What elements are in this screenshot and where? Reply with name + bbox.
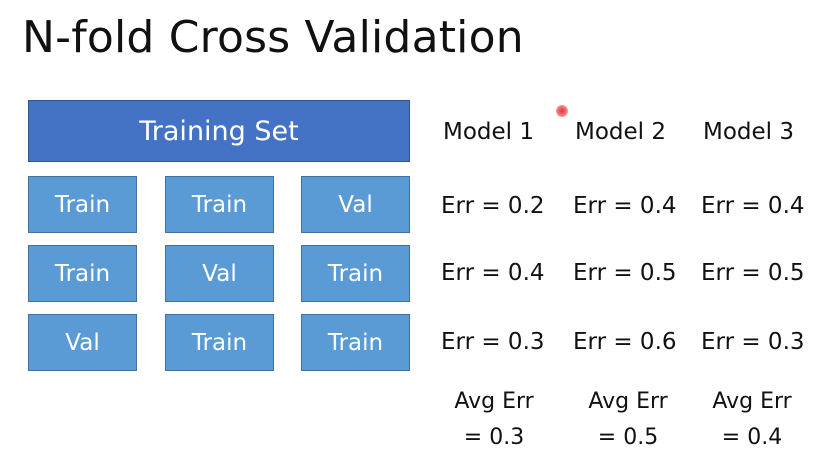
model-3-err-fold2: Err = 0.5 bbox=[701, 260, 805, 286]
model-2-err-fold1: Err = 0.4 bbox=[573, 193, 677, 219]
model-1-avg-value: = 0.3 bbox=[463, 425, 525, 450]
model-1-header: Model 1 bbox=[443, 119, 535, 145]
slide-title: N-fold Cross Validation bbox=[22, 12, 524, 63]
model-3-header: Model 3 bbox=[703, 119, 795, 145]
fold-box-row2-col2: Val bbox=[165, 245, 274, 302]
laser-pointer-dot bbox=[556, 105, 568, 117]
model-3-err-fold1: Err = 0.4 bbox=[701, 193, 805, 219]
model-3-avg-value: = 0.4 bbox=[721, 425, 783, 450]
fold-box-row1-col3: Val bbox=[301, 176, 410, 233]
fold-box-row3-col2: Train bbox=[165, 314, 274, 371]
fold-box-row3-col3: Train bbox=[301, 314, 410, 371]
training-set-box: Training Set bbox=[28, 100, 410, 162]
model-1-err-fold1: Err = 0.2 bbox=[441, 193, 545, 219]
model-1-avg-label: Avg Err bbox=[454, 389, 534, 414]
model-2-avg-value: = 0.5 bbox=[597, 425, 659, 450]
model-1-err-fold3: Err = 0.3 bbox=[441, 329, 545, 355]
model-2-err-fold3: Err = 0.6 bbox=[573, 329, 677, 355]
fold-box-row1-col2: Train bbox=[165, 176, 274, 233]
model-3-avg-err: Avg Err = 0.4 bbox=[704, 384, 800, 456]
model-1-avg-err: Avg Err = 0.3 bbox=[446, 384, 542, 456]
model-1-err-fold2: Err = 0.4 bbox=[441, 260, 545, 286]
fold-box-row2-col3: Train bbox=[301, 245, 410, 302]
model-2-header: Model 2 bbox=[575, 119, 667, 145]
fold-box-row2-col1: Train bbox=[28, 245, 137, 302]
model-2-err-fold2: Err = 0.5 bbox=[573, 260, 677, 286]
fold-box-row3-col1: Val bbox=[28, 314, 137, 371]
model-2-avg-label: Avg Err bbox=[588, 389, 668, 414]
model-3-avg-label: Avg Err bbox=[712, 389, 792, 414]
model-2-avg-err: Avg Err = 0.5 bbox=[580, 384, 676, 456]
fold-box-row1-col1: Train bbox=[28, 176, 137, 233]
model-3-err-fold3: Err = 0.3 bbox=[701, 329, 805, 355]
